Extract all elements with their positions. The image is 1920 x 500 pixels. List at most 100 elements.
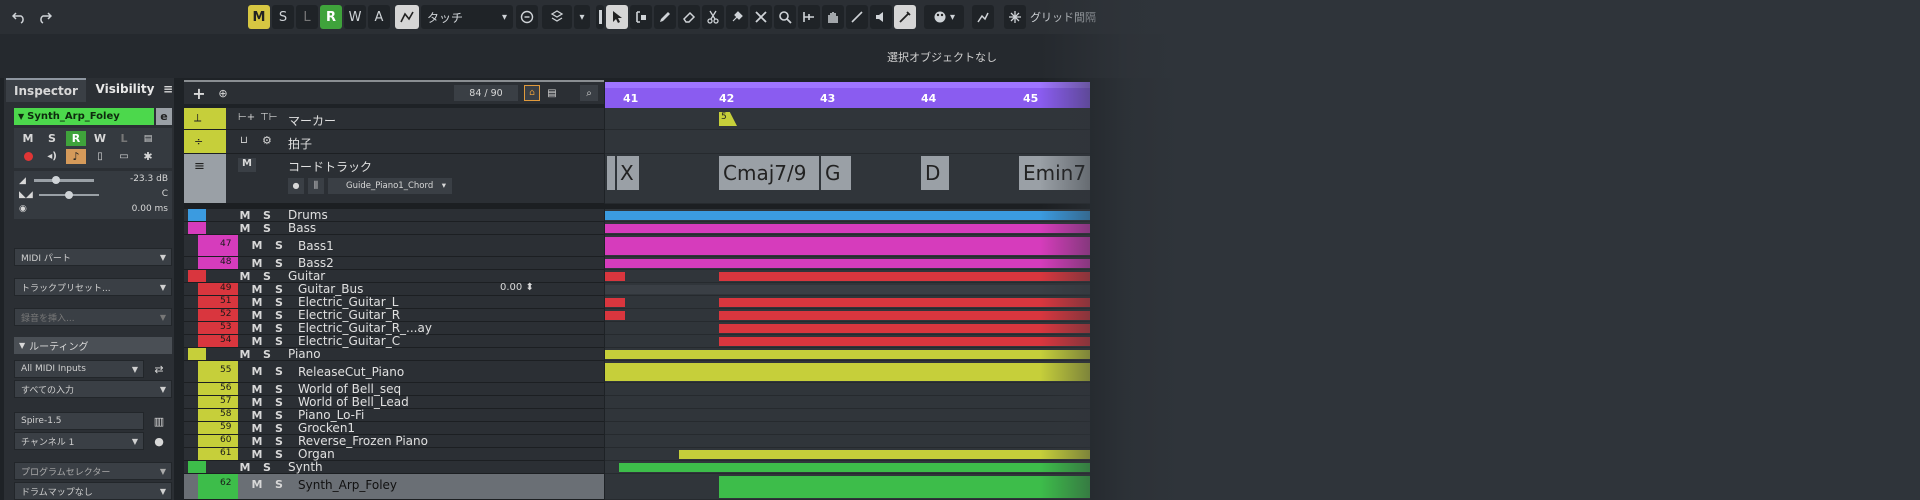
read-button[interactable]: R — [320, 5, 342, 29]
pan-slider[interactable] — [39, 191, 99, 199]
monitor-button[interactable]: ◂) — [42, 149, 62, 164]
event-part[interactable] — [719, 337, 1090, 346]
routing-section-header[interactable]: ▼ ルーティング — [14, 337, 172, 354]
track-row[interactable]: 62 M S Synth_Arp_Foley — [184, 474, 604, 500]
solo-button[interactable]: S — [270, 365, 288, 378]
event-part[interactable] — [605, 272, 625, 281]
track-row[interactable]: 60 M S Reverse_Frozen Piano — [184, 434, 604, 448]
glue-tool[interactable] — [726, 5, 748, 29]
mute-button[interactable]: M — [236, 461, 254, 474]
delay-value[interactable]: 0.00 ms — [132, 204, 168, 214]
event-part[interactable] — [679, 450, 1090, 459]
freeze-icon[interactable]: ✱ — [138, 149, 158, 164]
track-row[interactable]: M S Synth — [184, 460, 604, 474]
mute-button[interactable]: M — [248, 257, 266, 270]
mute-button[interactable]: M — [238, 158, 256, 172]
volume-slider[interactable] — [34, 176, 94, 184]
midi-part-dropdown[interactable]: MIDI パート ▼ — [14, 248, 172, 266]
track-row[interactable]: M S Drums — [184, 208, 604, 222]
track-row[interactable]: 58 M S Piano_Lo-Fi — [184, 408, 604, 422]
volume-value[interactable]: -23.3 dB — [130, 174, 168, 184]
event-part[interactable] — [719, 298, 1090, 307]
mute-button[interactable]: M — [236, 348, 254, 361]
mute-button[interactable]: M — [236, 222, 254, 235]
program-selector-dropdown[interactable]: プログラムセレクター ▼ — [14, 462, 172, 480]
edit-instrument-button[interactable]: e — [156, 108, 172, 125]
mute-button[interactable]: M — [248, 409, 266, 422]
global-solo-button[interactable]: S — [272, 5, 294, 29]
chord-event[interactable]: G — [821, 156, 851, 190]
mixer-icon[interactable]: ⫼ — [308, 178, 324, 194]
event-part[interactable] — [605, 298, 625, 307]
event-part[interactable] — [719, 476, 1090, 498]
constrain-delay-button[interactable] — [542, 5, 572, 29]
mute-button[interactable]: M — [248, 239, 266, 252]
event-part[interactable] — [605, 285, 1090, 294]
automation-mode-dropdown[interactable]: タッチ ▾ — [421, 5, 513, 29]
mute-button[interactable]: M — [248, 365, 266, 378]
timewarp-tool[interactable] — [822, 5, 844, 29]
erase-tool[interactable] — [678, 5, 700, 29]
event-part[interactable] — [605, 237, 1090, 255]
draw-tool[interactable] — [654, 5, 676, 29]
write-button[interactable]: W — [344, 5, 366, 29]
bus-volume-value[interactable]: 0.00 ⬍ — [500, 282, 534, 293]
automation-mode-icon-button[interactable] — [395, 5, 419, 29]
ruler[interactable]: 41 42 43 44 45 — [605, 82, 1090, 108]
track-lane[interactable] — [605, 309, 1090, 322]
chord-event[interactable]: D — [921, 156, 949, 190]
track-lane[interactable] — [605, 283, 1090, 296]
chord-event[interactable]: X — [617, 156, 639, 190]
instrument-settings-icon[interactable]: ● — [148, 432, 170, 450]
track-chord[interactable]: ≡ M コードトラック ● ⫼ Guide_Piano1_Chord ▾ — [184, 154, 604, 204]
solo-button[interactable]: S — [258, 270, 276, 283]
solo-button[interactable]: S — [42, 131, 62, 146]
track-row[interactable]: 57 M S World of Bell_Lead — [184, 395, 604, 409]
track-signature[interactable]: ÷ ⊔ ⚙ 拍子 — [184, 130, 604, 154]
track-row[interactable]: 55 M S ReleaseCut_Piano — [184, 361, 604, 383]
swap-icon[interactable]: ⇄ — [148, 360, 170, 378]
listen-button[interactable]: L — [114, 131, 134, 146]
event-part[interactable] — [605, 363, 1090, 381]
event-part[interactable] — [605, 350, 1090, 359]
mute-button[interactable]: M — [248, 309, 266, 322]
track-row[interactable]: M S Bass — [184, 221, 604, 235]
solo-button[interactable]: S — [270, 383, 288, 396]
chevron-down-icon[interactable]: ▾ — [574, 5, 590, 29]
event-part[interactable] — [719, 324, 1090, 333]
pan-slider-thumb[interactable] — [65, 191, 73, 199]
zoom-tool[interactable] — [774, 5, 796, 29]
mute-button[interactable]: M — [248, 396, 266, 409]
record-enable-button[interactable] — [18, 149, 38, 164]
track-row[interactable]: M S Piano — [184, 347, 604, 361]
mute-button[interactable]: M — [248, 283, 266, 296]
lock-icon[interactable]: ▯ — [90, 149, 110, 164]
piano-keys-icon[interactable]: ▥ — [148, 412, 170, 430]
split-tool[interactable] — [702, 5, 724, 29]
gear-icon[interactable]: ⚙ — [262, 134, 272, 147]
track-preset-dropdown[interactable]: トラックプリセット... ▼ — [14, 278, 172, 296]
snap-type-label[interactable]: グリッド間隔 — [1030, 5, 1100, 29]
solo-button[interactable]: S — [258, 461, 276, 474]
solo-button[interactable]: S — [270, 283, 288, 296]
solo-button[interactable]: S — [258, 348, 276, 361]
undo-button[interactable] — [8, 5, 30, 29]
line-tool[interactable] — [846, 5, 868, 29]
event-part[interactable] — [605, 311, 625, 320]
solo-button[interactable]: S — [270, 239, 288, 252]
track-lane[interactable] — [605, 222, 1090, 235]
track-marker[interactable]: ⟂ ⊢+ ⊤⊢ マーカー — [184, 108, 604, 130]
chord-event[interactable]: Cmaj7/9 — [719, 156, 819, 190]
marker-flag[interactable]: 5 — [719, 112, 737, 126]
pan-value[interactable]: C — [162, 189, 168, 199]
mute-button[interactable]: M — [248, 383, 266, 396]
solo-button[interactable]: S — [270, 296, 288, 309]
track-lane[interactable] — [605, 474, 1090, 500]
track-lane[interactable] — [605, 296, 1090, 309]
snap-button[interactable] — [1004, 5, 1026, 29]
read-automation-button[interactable]: R — [66, 131, 86, 146]
add-track-button[interactable]: + — [190, 84, 208, 103]
signature-lane[interactable] — [605, 130, 1090, 154]
track-row[interactable]: 48 M S Bass2 — [184, 256, 604, 270]
event-part[interactable] — [605, 259, 1090, 268]
